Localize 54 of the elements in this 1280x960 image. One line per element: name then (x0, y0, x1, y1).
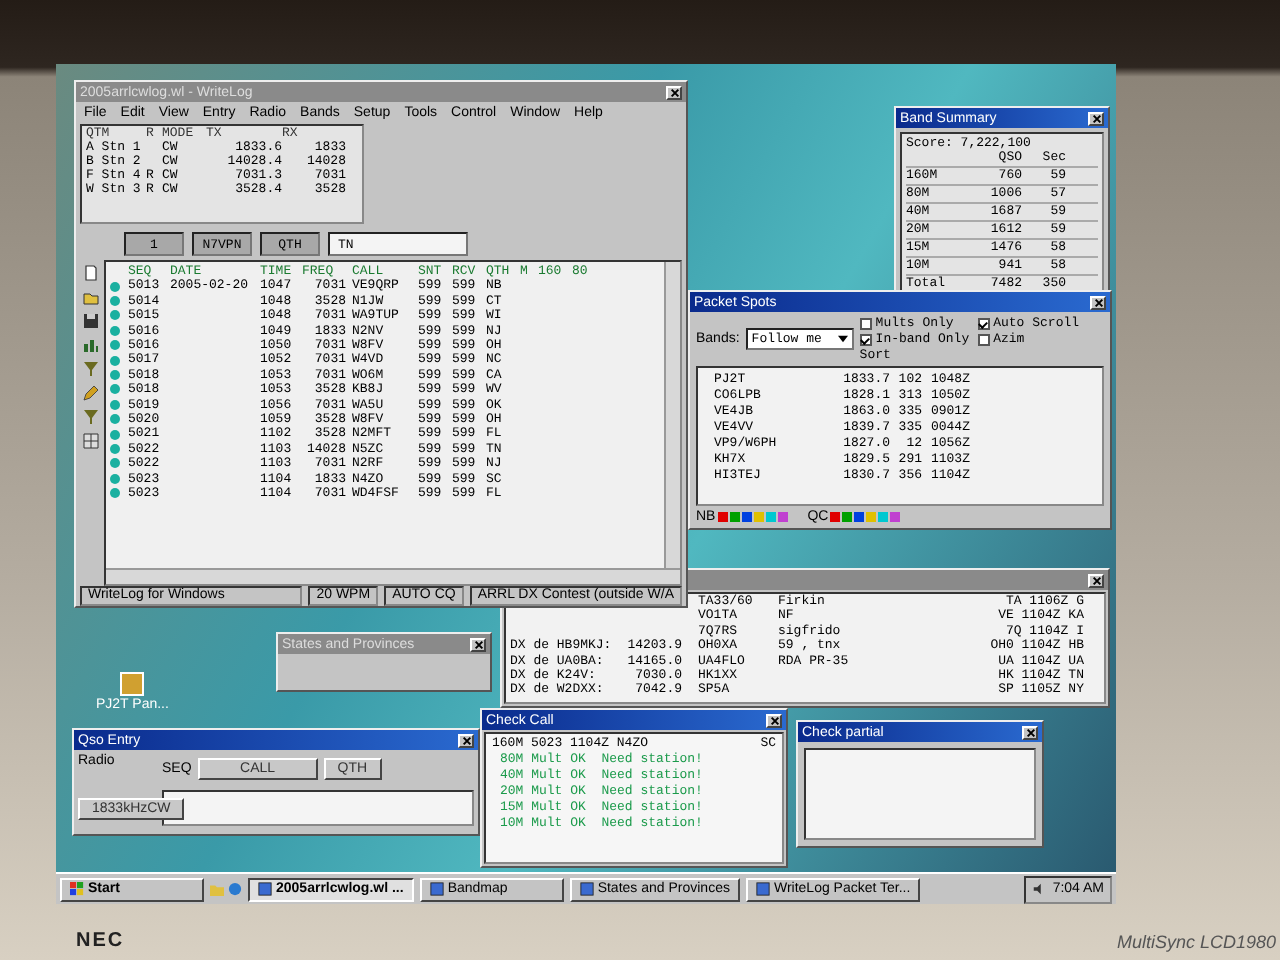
status-dot-icon (110, 310, 120, 321)
status-dot-icon (110, 429, 120, 440)
checkbox[interactable] (859, 317, 872, 329)
chart-icon[interactable] (81, 336, 99, 354)
close-icon (473, 639, 483, 649)
grid-icon[interactable] (81, 432, 99, 450)
close-button[interactable] (766, 713, 782, 727)
close-icon (1091, 575, 1101, 585)
close-button[interactable] (470, 637, 486, 651)
funnel-icon[interactable] (81, 360, 99, 378)
status-dot-icon (110, 399, 120, 410)
funnel-icon[interactable] (81, 408, 99, 426)
document-icon[interactable] (81, 264, 99, 282)
checkbox[interactable] (977, 333, 990, 345)
status-dot-icon (110, 488, 120, 499)
window-icon (258, 882, 272, 896)
close-button[interactable] (458, 733, 474, 747)
scrollbar[interactable] (106, 568, 680, 584)
close-button[interactable] (1088, 111, 1104, 125)
status-dot-icon (110, 296, 120, 307)
file-icon[interactable] (120, 672, 145, 696)
status-dot-icon (110, 444, 120, 455)
window-icon (429, 882, 444, 896)
checkbox[interactable] (859, 333, 872, 345)
caret-icon (837, 334, 848, 344)
close-button[interactable] (1022, 725, 1038, 739)
scrollbar[interactable] (664, 262, 680, 568)
close-icon (1025, 727, 1035, 737)
status-dot-icon (110, 340, 120, 351)
status-dot-icon (110, 414, 120, 425)
speaker-icon[interactable] (1032, 882, 1047, 896)
status-dot-icon (110, 458, 120, 469)
close-button[interactable] (1088, 573, 1104, 587)
status-dot-icon (110, 281, 120, 292)
window-icon (755, 882, 770, 896)
close-icon (1091, 113, 1101, 123)
close-button[interactable] (1090, 295, 1106, 309)
close-icon (769, 715, 779, 725)
windows-flag-icon (70, 882, 84, 896)
status-dot-icon (110, 473, 120, 484)
close-icon (461, 735, 471, 745)
status-dot-icon (110, 384, 120, 395)
globe-icon[interactable] (228, 882, 242, 896)
checkbox[interactable] (977, 317, 990, 329)
close-icon (669, 87, 679, 97)
close-button[interactable] (666, 85, 682, 99)
window-icon (579, 882, 594, 896)
pencil-icon[interactable] (81, 384, 99, 402)
status-dot-icon (110, 325, 120, 336)
status-dot-icon (110, 355, 120, 366)
close-icon (1093, 297, 1103, 307)
brand-logo: NEC (76, 930, 125, 952)
status-dot-icon (110, 370, 120, 381)
model-label: MultiSync LCD1980 (1116, 932, 1276, 952)
